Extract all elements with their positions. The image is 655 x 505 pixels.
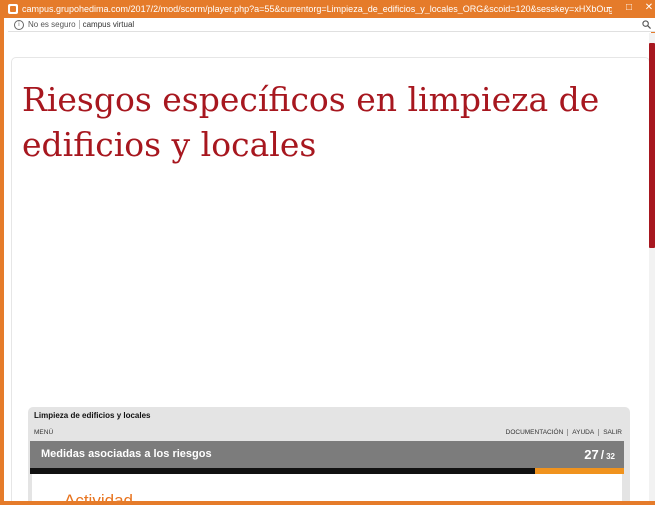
security-status[interactable]: No es seguro bbox=[28, 20, 76, 29]
minimize-icon[interactable]: – bbox=[603, 2, 615, 14]
address-separator bbox=[78, 20, 80, 29]
activity-area: Actividad bbox=[32, 474, 622, 501]
browser-app-icon bbox=[8, 4, 18, 14]
info-icon[interactable]: i bbox=[14, 19, 24, 30]
exit-link[interactable]: SALIR bbox=[603, 429, 622, 436]
documentation-link[interactable]: DOCUMENTACIÓN bbox=[506, 429, 564, 436]
address-bar[interactable]: i No es seguro campus virtual bbox=[8, 18, 655, 32]
help-link[interactable]: AYUDA bbox=[572, 429, 594, 436]
maximize-icon[interactable]: □ bbox=[623, 2, 635, 14]
title-bar[interactable]: campus.grupohedima.com/2017/2/mod/scorm/… bbox=[4, 0, 655, 18]
page-content: Riesgos específicos en limpieza de edifi… bbox=[8, 33, 655, 501]
player-links: DOCUMENTACIÓN AYUDA SALIR bbox=[506, 429, 622, 436]
menu-link[interactable]: MENÚ bbox=[34, 429, 53, 436]
link-divider bbox=[567, 429, 569, 436]
page-title: Riesgos específicos en limpieza de edifi… bbox=[22, 80, 600, 164]
scrollbar-thumb[interactable] bbox=[649, 43, 655, 248]
course-title: Limpieza de edificios y locales bbox=[34, 411, 151, 420]
page-counter: 27/32 bbox=[584, 446, 615, 464]
address-url[interactable]: campus virtual bbox=[83, 20, 135, 29]
link-divider bbox=[598, 429, 600, 436]
page-current: 27 bbox=[584, 447, 599, 462]
page-separator: / bbox=[600, 448, 605, 462]
zoom-icon[interactable] bbox=[642, 20, 651, 29]
page-total: 32 bbox=[606, 452, 615, 461]
section-bar: Medidas asociadas a los riesgos 27/32 bbox=[30, 441, 624, 468]
activity-heading: Actividad bbox=[64, 491, 133, 501]
player-nav: MENÚ DOCUMENTACIÓN AYUDA SALIR bbox=[34, 429, 624, 439]
browser-window: campus.grupohedima.com/2017/2/mod/scorm/… bbox=[0, 0, 655, 505]
vertical-scrollbar[interactable] bbox=[649, 33, 655, 501]
close-icon[interactable]: ✕ bbox=[643, 2, 655, 14]
window-controls: – □ ✕ bbox=[603, 2, 655, 14]
section-title: Medidas asociadas a los riesgos bbox=[41, 448, 212, 460]
scorm-player: Limpieza de edificios y locales MENÚ DOC… bbox=[28, 407, 630, 501]
window-title: campus.grupohedima.com/2017/2/mod/scorm/… bbox=[22, 4, 612, 14]
